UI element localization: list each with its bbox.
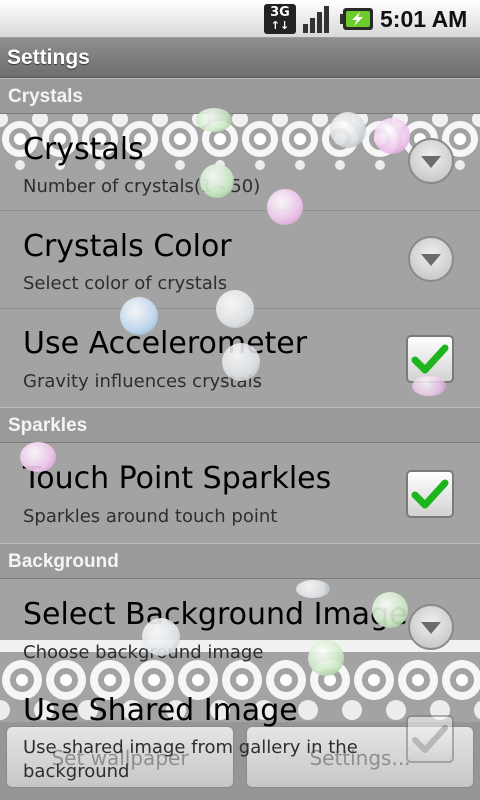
pref-summary: Number of crystals(1 - 50) <box>23 176 261 197</box>
pref-title: Use Accelerometer <box>23 326 308 361</box>
dropdown-arrow-icon[interactable] <box>408 236 454 282</box>
pref-crystals-count[interactable]: Crystals Number of crystals(1 - 50) <box>0 114 480 211</box>
pref-summary: Sparkles around touch point <box>23 506 278 527</box>
category-header-background: Background <box>0 543 480 579</box>
dropdown-arrow-icon[interactable] <box>408 138 454 184</box>
pref-title: Touch Point Sparkles <box>23 461 332 496</box>
pref-crystals-color[interactable]: Crystals Color Select color of crystals <box>0 211 480 309</box>
accelerometer-checkbox[interactable] <box>406 335 454 383</box>
3g-data-icon: 3G ↑↓ <box>264 4 296 34</box>
page-title: Settings <box>7 46 90 69</box>
pref-use-shared-image[interactable]: Use Shared Image Use shared image from g… <box>0 679 480 800</box>
category-header-label: Crystals <box>8 86 83 107</box>
pref-summary: Gravity influences crystals <box>23 371 262 392</box>
category-header-label: Sparkles <box>8 415 88 436</box>
checkmark-icon <box>411 479 449 509</box>
pref-title: Crystals <box>23 132 144 167</box>
signal-strength-icon <box>303 6 329 33</box>
pref-title: Crystals Color <box>23 229 232 264</box>
checkmark-icon <box>412 725 448 753</box>
checkmark-icon <box>411 344 449 374</box>
pref-summary: Select color of crystals <box>23 273 228 294</box>
shared-image-checkbox[interactable] <box>406 715 454 763</box>
category-header-crystals: Crystals <box>0 78 480 114</box>
pref-summary-line2: background <box>23 761 130 782</box>
dropdown-arrow-icon[interactable] <box>408 604 454 650</box>
title-bar: Settings <box>0 38 480 78</box>
battery-charging-icon <box>340 8 373 30</box>
pref-touch-point-sparkles[interactable]: Touch Point Sparkles Sparkles around tou… <box>0 443 480 543</box>
status-bar: 3G ↑↓ 5:01 AM <box>0 0 480 38</box>
status-clock: 5:01 AM <box>380 6 468 32</box>
pref-use-accelerometer[interactable]: Use Accelerometer Gravity influences cry… <box>0 309 480 407</box>
pref-title: Select Background Image <box>23 597 408 632</box>
pref-title: Use Shared Image <box>23 693 298 728</box>
pref-summary-line1: Use shared image from gallery in the <box>23 737 358 758</box>
pref-select-background-image[interactable]: Select Background Image Choose backgroun… <box>0 579 480 679</box>
category-header-sparkles: Sparkles <box>0 407 480 443</box>
network-type-label: 3G <box>270 5 290 20</box>
touch-sparkles-checkbox[interactable] <box>406 470 454 518</box>
category-header-label: Background <box>8 551 119 572</box>
pref-summary: Choose background image <box>23 642 264 663</box>
